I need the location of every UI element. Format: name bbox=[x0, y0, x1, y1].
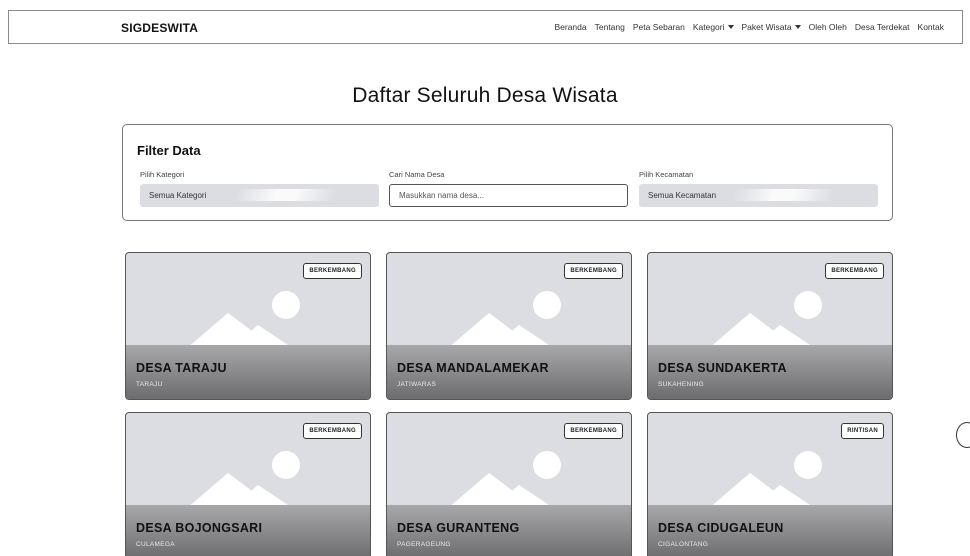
village-name: DESA BOJONGSARI bbox=[136, 521, 263, 535]
status-badge: BERKEMBANG bbox=[303, 423, 362, 439]
nav-link-desa-terdekat[interactable]: Desa Terdekat bbox=[855, 22, 910, 32]
village-card[interactable]: BERKEMBANG DESA MANDALAMEKAR JATIWARAS bbox=[386, 252, 632, 400]
village-name: DESA SUNDAKERTA bbox=[658, 361, 787, 375]
scroll-handle[interactable] bbox=[956, 422, 970, 448]
village-name: DESA MANDALAMEKAR bbox=[397, 361, 549, 375]
village-district: SUKAHENING bbox=[658, 381, 704, 388]
nav-link-label: Kontak bbox=[917, 22, 944, 32]
village-card[interactable]: BERKEMBANG DESA BOJONGSARI CULAMEGA bbox=[125, 412, 371, 556]
village-name: DESA GURANTENG bbox=[397, 521, 520, 535]
brand-logo[interactable]: SIGDESWITA bbox=[121, 21, 198, 35]
district-select[interactable]: Semua Kecamatan bbox=[639, 184, 878, 207]
nav-link-beranda[interactable]: Beranda bbox=[554, 22, 586, 32]
nav-link-label: Kategori bbox=[692, 22, 725, 32]
navbar: SIGDESWITA Beranda Tentang Peta Sebaran … bbox=[8, 10, 963, 44]
search-input-placeholder: Masukkan nama desa... bbox=[399, 191, 484, 200]
village-name: DESA TARAJU bbox=[136, 361, 227, 375]
village-district: CIGALONTANG bbox=[658, 541, 709, 548]
status-badge: BERKEMBANG bbox=[825, 263, 884, 279]
village-card[interactable]: BERKEMBANG DESA TARAJU TARAJU bbox=[125, 252, 371, 400]
nav-link-kategori[interactable]: Kategori bbox=[693, 22, 734, 32]
village-district: JATIWARAS bbox=[397, 381, 437, 388]
nav-link-paket-wisata[interactable]: Paket Wisata bbox=[742, 22, 801, 32]
nav-link-kontak[interactable]: Kontak bbox=[918, 22, 944, 32]
nav-link-label: Beranda bbox=[554, 22, 587, 32]
nav-link-label: Tentang bbox=[594, 22, 625, 32]
nav-link-label: Peta Sebaran bbox=[632, 22, 685, 32]
village-card[interactable]: RINTISAN DESA CIDUGALEUN CIGALONTANG bbox=[647, 412, 893, 556]
category-select-value: Semua Kategori bbox=[149, 191, 207, 200]
district-select-value: Semua Kecamatan bbox=[648, 191, 717, 200]
category-label: Pilih Kategori bbox=[140, 170, 185, 179]
chevron-down-icon bbox=[727, 25, 734, 29]
status-badge: BERKEMBANG bbox=[564, 263, 623, 279]
village-district: PAGERAGEUNG bbox=[397, 541, 451, 548]
status-badge: RINTISAN bbox=[841, 423, 884, 439]
nav-link-label: Desa Terdekat bbox=[854, 22, 910, 32]
nav-link-peta-sebaran[interactable]: Peta Sebaran bbox=[633, 22, 685, 32]
village-card[interactable]: BERKEMBANG DESA GURANTENG PAGERAGEUNG bbox=[386, 412, 632, 556]
filter-title: Filter Data bbox=[137, 143, 201, 158]
village-name: DESA CIDUGALEUN bbox=[658, 521, 784, 535]
district-label: Pilih Kecamatan bbox=[639, 170, 694, 179]
select-highlight bbox=[731, 189, 837, 201]
village-card[interactable]: BERKEMBANG DESA SUNDAKERTA SUKAHENING bbox=[647, 252, 893, 400]
search-input[interactable]: Masukkan nama desa... bbox=[389, 184, 628, 207]
status-badge: BERKEMBANG bbox=[303, 263, 362, 279]
status-badge: BERKEMBANG bbox=[564, 423, 623, 439]
nav-link-label: Paket Wisata bbox=[741, 22, 792, 32]
nav-link-tentang[interactable]: Tentang bbox=[595, 22, 625, 32]
category-select[interactable]: Semua Kategori bbox=[140, 184, 379, 207]
chevron-down-icon bbox=[794, 25, 801, 29]
filter-panel: Filter Data Pilih Kategori Semua Kategor… bbox=[122, 124, 893, 221]
village-district: CULAMEGA bbox=[136, 541, 175, 548]
page-title: Daftar Seluruh Desa Wisata bbox=[352, 84, 618, 107]
nav-menu: Beranda Tentang Peta Sebaran Kategori Pa… bbox=[554, 22, 944, 32]
village-district: TARAJU bbox=[136, 381, 163, 388]
nav-link-oleh-oleh[interactable]: Oleh Oleh bbox=[809, 22, 847, 32]
search-label: Cari Nama Desa bbox=[389, 170, 445, 179]
nav-link-label: Oleh Oleh bbox=[808, 22, 847, 32]
select-highlight bbox=[232, 189, 338, 201]
